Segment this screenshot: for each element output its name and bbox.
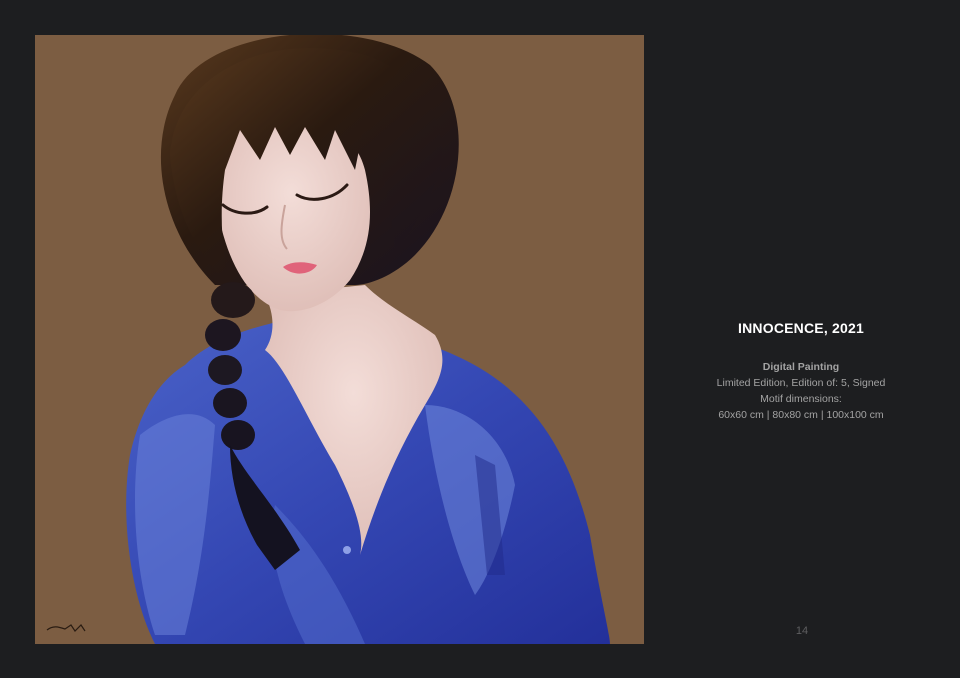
artwork-dimensions: 60x60 cm | 80x80 cm | 100x100 cm xyxy=(718,409,884,421)
dimensions-label: Motif dimensions: xyxy=(760,393,842,405)
shirt-button xyxy=(343,546,351,554)
page-number: 14 xyxy=(795,625,809,637)
artwork-info: INNOCENCE, 2021 Digital Painting Limited… xyxy=(650,320,952,423)
artist-signature xyxy=(46,624,86,632)
artwork-image xyxy=(35,35,644,644)
artwork-title: INNOCENCE, 2021 xyxy=(738,320,864,336)
portrait-painting xyxy=(46,35,610,644)
artwork-edition: Limited Edition, Edition of: 5, Signed xyxy=(716,377,886,389)
artwork-medium: Digital Painting xyxy=(762,361,840,373)
